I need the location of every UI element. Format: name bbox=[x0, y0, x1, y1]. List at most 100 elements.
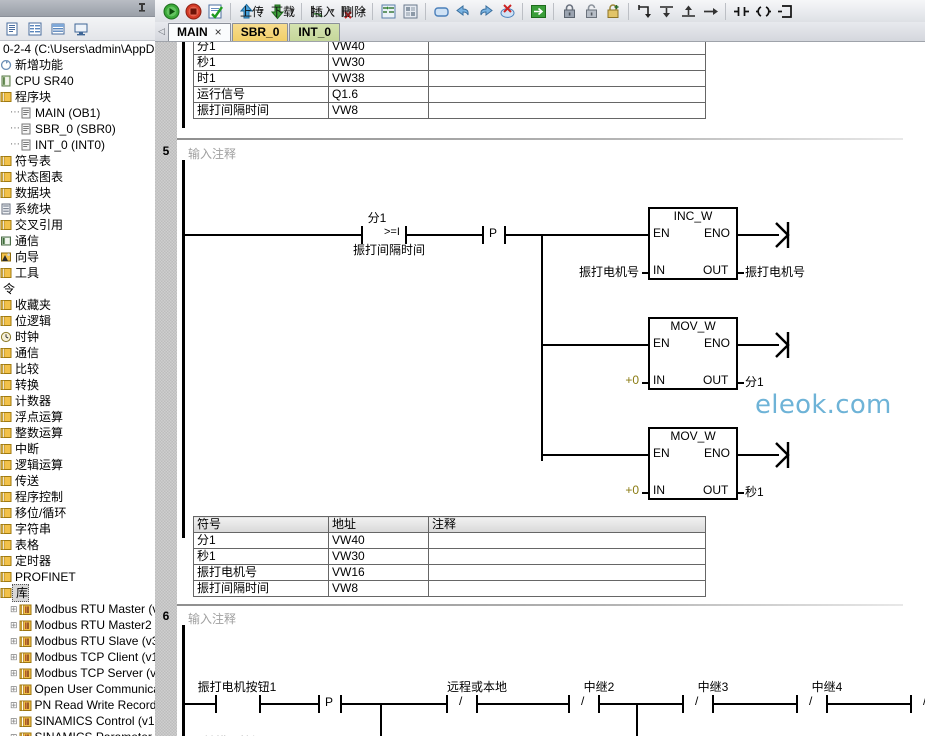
expander-icon[interactable]: ⊞ bbox=[10, 713, 18, 729]
cancel-op-button[interactable] bbox=[496, 1, 518, 23]
tree-item[interactable]: 状态图表 bbox=[0, 169, 155, 185]
symbol-table-icon[interactable] bbox=[25, 19, 45, 39]
status-chart-icon[interactable] bbox=[48, 19, 68, 39]
tree-item[interactable]: 交叉引用 bbox=[0, 217, 155, 233]
expander-icon[interactable]: ⊞ bbox=[10, 681, 18, 697]
insert-button[interactable]: HR 插入 bbox=[306, 1, 335, 23]
tree-item[interactable]: 移位/循环 bbox=[0, 505, 155, 521]
redo-button[interactable] bbox=[474, 1, 496, 23]
tree-item[interactable]: 通信 bbox=[0, 233, 155, 249]
tree-item[interactable]: 整数运算 bbox=[0, 425, 155, 441]
tree-item[interactable]: 程序控制 bbox=[0, 489, 155, 505]
tree-item[interactable]: 时钟 bbox=[0, 329, 155, 345]
network5-symbol-table[interactable]: 符号 地址 注释 分1 VW40 秒1 VW30 振打电机号 VW16 振打间隔时间 VW8 bbox=[193, 516, 706, 597]
pin-icon[interactable] bbox=[136, 2, 148, 14]
tree-item[interactable]: ⊞ Modbus RTU Slave (v3.1 bbox=[0, 633, 155, 649]
tree-item[interactable]: 中断 bbox=[0, 441, 155, 457]
table-row[interactable]: 秒1 VW30 bbox=[193, 548, 706, 565]
tree-item[interactable]: 工具 bbox=[0, 265, 155, 281]
program-block-icon[interactable] bbox=[2, 19, 22, 39]
tree-item[interactable]: 定时器 bbox=[0, 553, 155, 569]
run-button[interactable] bbox=[160, 1, 182, 23]
tree-item[interactable]: ⊞ PN Read Write Record (v bbox=[0, 697, 155, 713]
coil-button[interactable] bbox=[752, 1, 774, 23]
lock-button[interactable] bbox=[558, 1, 580, 23]
tree-item[interactable]: 转换 bbox=[0, 377, 155, 393]
ladder-editor-canvas[interactable]: 分1 VW40 秒1 VW30 时1 VW38 运行信号 Q1.6 振打间隔时间 VW8 5 输入注释… bbox=[155, 42, 925, 736]
table-row[interactable]: 振打电机号 VW16 bbox=[193, 564, 706, 581]
tree-item[interactable]: 数据块 bbox=[0, 185, 155, 201]
tree-item[interactable]: 向导 bbox=[0, 249, 155, 265]
table-row[interactable]: 时1 VW38 bbox=[193, 70, 706, 87]
project-tree[interactable]: 0-2-4 (C:\Users\admin\AppData 新增功能 CPU SR4… bbox=[0, 41, 155, 736]
expander-icon[interactable]: ⊞ bbox=[10, 729, 18, 736]
tree-item[interactable]: 系统块 bbox=[0, 201, 155, 217]
tab-sbr0[interactable]: SBR_0 bbox=[231, 23, 289, 41]
download-button[interactable]: 下载 bbox=[266, 1, 295, 23]
tree-item[interactable]: ⊞ Modbus RTU Master2 (v2 bbox=[0, 617, 155, 633]
tree-item[interactable]: 收藏夹 bbox=[0, 297, 155, 313]
tree-item[interactable]: 库 bbox=[0, 584, 155, 602]
expander-icon[interactable]: ⊞ bbox=[10, 601, 18, 617]
monitor-icon[interactable] bbox=[71, 19, 91, 39]
arrow-up-button[interactable] bbox=[677, 1, 699, 23]
ladder-view-button[interactable] bbox=[377, 1, 399, 23]
tree-item[interactable]: ⋯ INT_0 (INT0) bbox=[0, 137, 155, 153]
tree-item[interactable]: 比较 bbox=[0, 361, 155, 377]
column-header[interactable]: 符号 bbox=[193, 516, 329, 533]
compile-button[interactable] bbox=[204, 1, 226, 23]
expander-icon[interactable]: ⊞ bbox=[10, 633, 18, 649]
tree-item[interactable]: 逻辑运算 bbox=[0, 457, 155, 473]
tree-item[interactable]: ⋯ SBR_0 (SBR0) bbox=[0, 121, 155, 137]
tab-scroll-left-icon[interactable]: ◁ bbox=[155, 21, 168, 41]
table-row[interactable]: 秒1 VW30 bbox=[193, 54, 706, 71]
table-row[interactable]: 振打间隔时间 VW8 bbox=[193, 102, 706, 119]
add-lock-button[interactable] bbox=[602, 1, 624, 23]
tree-item[interactable]: 字符串 bbox=[0, 521, 155, 537]
tree-item[interactable]: ⋯ MAIN (OB1) bbox=[0, 105, 155, 121]
arrow-right-button[interactable] bbox=[699, 1, 721, 23]
column-header[interactable]: 地址 bbox=[328, 516, 429, 533]
execute-button[interactable] bbox=[527, 1, 549, 23]
close-icon[interactable]: × bbox=[215, 24, 222, 41]
expander-icon[interactable]: ⊞ bbox=[10, 617, 18, 633]
tree-item[interactable]: 新增功能 bbox=[0, 57, 155, 73]
tree-item[interactable]: 0-2-4 (C:\Users\admin\AppData bbox=[0, 41, 155, 57]
rounded-rect-button[interactable] bbox=[430, 1, 452, 23]
tree-item[interactable]: 通信 bbox=[0, 345, 155, 361]
tree-item[interactable]: ⊞ Modbus RTU Master (v2. bbox=[0, 601, 155, 617]
tree-item[interactable]: ⊞ Modbus TCP Server (v1.0 bbox=[0, 665, 155, 681]
tree-item[interactable]: 浮点运算 bbox=[0, 409, 155, 425]
tree-item[interactable]: CPU SR40 bbox=[0, 73, 155, 89]
tree-item[interactable]: 传送 bbox=[0, 473, 155, 489]
tree-item[interactable]: PROFINET bbox=[0, 569, 155, 585]
tree-item[interactable]: ⊞ SINAMICS Parameter (v1. bbox=[0, 729, 155, 736]
branch-down-button[interactable] bbox=[633, 1, 655, 23]
tree-item[interactable]: 符号表 bbox=[0, 153, 155, 169]
tree-item[interactable]: 程序块 bbox=[0, 89, 155, 105]
table-row[interactable]: 分1 VW40 bbox=[193, 42, 706, 55]
expander-icon[interactable]: ⊞ bbox=[10, 697, 18, 713]
undo-button[interactable] bbox=[452, 1, 474, 23]
network4-symbol-table[interactable]: 分1 VW40 秒1 VW30 时1 VW38 运行信号 Q1.6 振打间隔时间 VW8 bbox=[193, 42, 706, 119]
expander-icon[interactable]: ⊞ bbox=[10, 649, 18, 665]
tree-item[interactable]: ⊞ SINAMICS Control (v1.1) bbox=[0, 713, 155, 729]
table-row[interactable]: 振打间隔时间 VW8 bbox=[193, 580, 706, 597]
arrow-down-button[interactable] bbox=[655, 1, 677, 23]
tree-item[interactable]: 令 bbox=[0, 281, 155, 297]
stop-button[interactable] bbox=[182, 1, 204, 23]
upload-button[interactable]: 上传 bbox=[235, 1, 264, 23]
table-row[interactable]: 运行信号 Q1.6 bbox=[193, 86, 706, 103]
tree-item[interactable]: ⊞ Modbus TCP Client (v1.4) bbox=[0, 649, 155, 665]
expander-icon[interactable]: ⊞ bbox=[10, 665, 18, 681]
unlock-button[interactable] bbox=[580, 1, 602, 23]
tree-item[interactable]: ⊞ Open User Communicatio bbox=[0, 681, 155, 697]
tab-int0[interactable]: INT_0 bbox=[289, 23, 341, 41]
table-row[interactable]: 分1 VW40 bbox=[193, 532, 706, 549]
tree-item[interactable]: 计数器 bbox=[0, 393, 155, 409]
stl-view-button[interactable] bbox=[399, 1, 421, 23]
delete-button[interactable]: HR 删除 bbox=[337, 1, 366, 23]
tree-item[interactable]: 表格 bbox=[0, 537, 155, 553]
contact-button[interactable] bbox=[730, 1, 752, 23]
tab-main[interactable]: MAIN × bbox=[168, 23, 231, 41]
